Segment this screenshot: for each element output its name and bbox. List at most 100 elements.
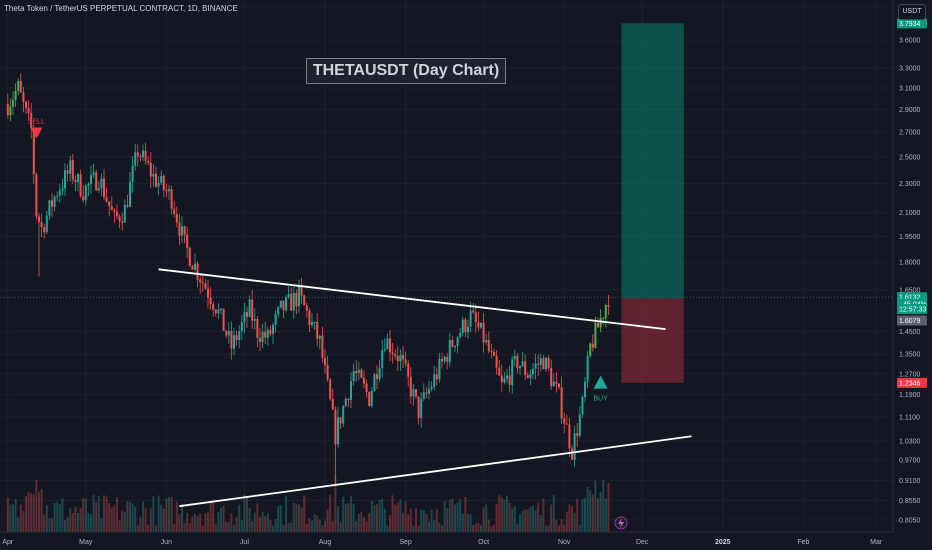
candle-body [454,345,456,347]
y-tick-label: 1.2700 [899,371,921,378]
volume-bar [292,502,295,532]
candle-body [422,392,425,399]
candle-body [485,340,488,343]
volume-bar [474,523,477,532]
candle-body [32,128,35,175]
candle-body [152,173,155,177]
volume-bar [204,513,207,532]
candle-body [238,331,241,340]
candle-body [97,188,100,191]
y-tick-label: 1.8000 [899,260,921,267]
volume-bar [134,506,137,532]
volume-bar [147,524,150,532]
candle-body [178,222,181,236]
volume-bar [149,508,152,532]
volume-bar [45,505,48,532]
volume-bar [597,498,599,532]
volume-bar [370,500,373,532]
volume-bar [331,521,334,532]
currency-button[interactable]: USDT [898,4,926,20]
volume-bar [591,494,594,532]
volume-bar [607,482,610,532]
candle-body [441,359,443,362]
candle-body [394,354,397,357]
volume-bar [576,498,579,532]
candle-body [217,309,220,314]
candle-body [272,324,274,334]
candle-body [35,174,38,217]
candle-body [170,189,173,209]
candle-body [168,189,170,192]
y-tick-label: 0.9700 [899,458,921,465]
volume-bar [225,521,228,532]
volume-bar [407,514,410,532]
volume-bar [246,497,248,532]
candle-body [506,375,508,379]
candle-body [287,294,290,298]
volume-bar [121,510,124,532]
volume-bar [188,523,191,532]
candle-body [404,359,407,364]
candle-body [399,355,402,362]
volume-bar [571,506,573,532]
candle-body [326,365,329,380]
candle-body [139,156,142,158]
volume-bar [168,496,170,532]
y-tick-label: 2.1000 [899,210,921,217]
candle-body [144,150,147,161]
volume-bar [573,512,576,532]
volume-bar [14,499,17,532]
candle-body [22,92,25,102]
volume-bar [357,513,360,532]
candle-body [331,399,334,410]
volume-bar [446,508,449,532]
candle-body [74,179,77,183]
candle-body [48,200,51,216]
volume-bar [409,508,412,532]
candle-body [207,288,209,298]
candle-body [196,263,199,280]
candle-body [324,357,326,366]
volume-bar [129,502,131,532]
candle-body [552,381,555,387]
candle-body [212,304,215,310]
volume-bar [391,495,394,532]
time-axis[interactable] [0,532,932,550]
volume-bar [500,497,503,532]
candle-body [40,222,43,228]
volume-bar [368,513,371,532]
volume-bar [472,525,475,532]
volume-bar [290,522,293,532]
candle-body [58,190,61,196]
volume-bar [97,496,100,532]
candle-body [547,357,550,369]
volume-bar [324,521,326,532]
volume-bar [378,499,381,532]
candle-body [90,175,92,184]
candle-body [435,374,438,380]
candle-body [347,398,350,400]
volume-bar [170,496,173,532]
x-tick-label: 2025 [715,539,731,546]
candle-body [17,80,20,91]
volume-bar [142,501,144,532]
candle-body [43,227,46,233]
volume-bar [539,515,542,532]
candle-body [19,80,22,93]
candle-body [389,338,391,353]
volume-bar [186,512,189,532]
candle-body [378,368,381,380]
volume-bar [12,504,14,532]
volume-bar [178,514,181,532]
volume-bar [253,512,256,532]
volume-bar [272,525,274,532]
lightning-icon[interactable] [614,516,628,530]
candle-body [565,423,568,425]
candle-body [370,390,373,406]
volume-bar [308,518,311,532]
candle-body [279,300,282,308]
volume-bar [25,495,27,532]
y-tick-label: 3.1000 [899,85,921,92]
candle-body [282,300,285,311]
candle-body [142,150,144,158]
